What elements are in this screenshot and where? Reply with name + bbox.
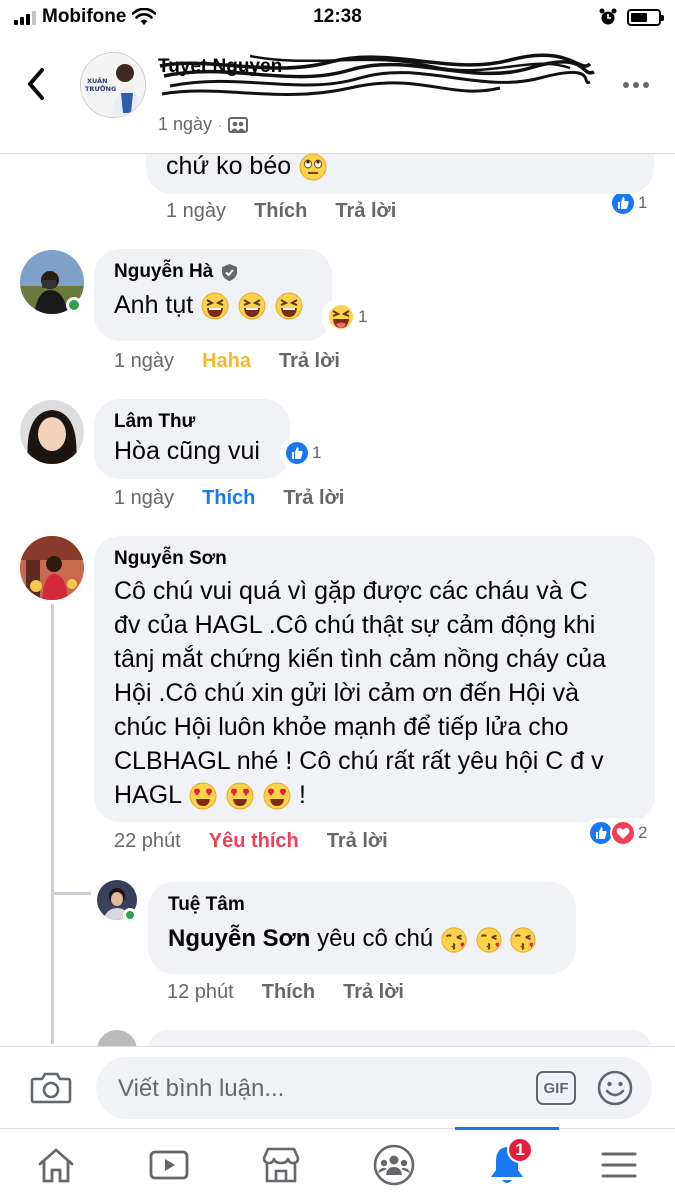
- comment-time: 1 ngày: [114, 350, 175, 372]
- thread-line: [51, 604, 54, 1044]
- love-button[interactable]: Yêu thích: [209, 830, 299, 853]
- status-bar: Mobifone 12:38: [0, 0, 675, 36]
- comment-bubble: Nguyễn Sơn Cô chú vui quá vì gặp được cá…: [94, 536, 655, 822]
- active-tab-indicator: [455, 1127, 559, 1130]
- reaction-summary[interactable]: 1: [322, 300, 372, 334]
- sticker-icon[interactable]: [596, 1069, 634, 1107]
- comment-author[interactable]: Tuệ Tâm: [168, 894, 245, 916]
- svg-text:TRƯỜNG: TRƯỜNG: [85, 84, 116, 93]
- comment-author[interactable]: Nguyễn Hà: [114, 261, 213, 283]
- comment-text: Nguyễn Sơn yêu cô chú: [168, 922, 556, 955]
- reply-button[interactable]: Trả lời: [283, 487, 344, 510]
- like-button[interactable]: Thích: [254, 200, 307, 223]
- menu-icon: [601, 1152, 637, 1178]
- tab-notifications[interactable]: 1: [477, 1137, 537, 1189]
- comment-composer: Viết bình luận... GIF: [0, 1046, 675, 1128]
- clock: 12:38: [313, 6, 362, 27]
- post-meta: 1 ngày ·: [158, 114, 249, 135]
- comment-author[interactable]: Lâm Thư: [114, 411, 195, 433]
- like-reaction-icon: [284, 440, 310, 466]
- mention-link[interactable]: Nguyễn Sơn: [168, 925, 310, 952]
- post-time: 1 ngày: [158, 114, 213, 134]
- friends-icon: [228, 116, 249, 133]
- like-button[interactable]: Thích: [262, 981, 315, 1004]
- comment-input[interactable]: Viết bình luận... GIF: [96, 1057, 652, 1119]
- post-author-name[interactable]: Tuyet Nguyen: [158, 56, 282, 78]
- notification-badge: 1: [507, 1137, 533, 1163]
- more-icon[interactable]: [623, 82, 649, 88]
- haha-reaction-icon: [327, 303, 355, 331]
- reply-button[interactable]: Trả lời: [279, 350, 340, 373]
- kissing-emoji-icon: [510, 927, 536, 953]
- reaction-count: 2: [638, 823, 648, 842]
- comment-actions: 12 phút Thích Trả lời: [167, 981, 404, 1004]
- comment-input-placeholder: Viết bình luận...: [118, 1075, 285, 1102]
- camera-icon[interactable]: [30, 1069, 72, 1105]
- comment-bubble: Nguyễn Hà Anh tụt: [94, 249, 332, 341]
- bottom-tab-bar: 1: [0, 1127, 675, 1200]
- tab-groups[interactable]: [364, 1141, 424, 1189]
- marketplace-icon: [262, 1147, 300, 1183]
- comment-text: chứ ko béo: [166, 150, 328, 183]
- heart-eyes-emoji-icon: [189, 782, 217, 810]
- avatar[interactable]: [20, 536, 84, 600]
- laughing-emoji-icon: [275, 292, 303, 320]
- heart-eyes-emoji-icon: [226, 782, 254, 810]
- online-status-icon: [123, 908, 137, 922]
- battery-icon: [627, 8, 664, 26]
- reply-button[interactable]: Trả lời: [335, 200, 396, 223]
- comment-author[interactable]: Nguyễn Sơn: [114, 548, 227, 570]
- reaction-count: 1: [638, 193, 648, 212]
- love-reaction-icon: [610, 820, 636, 846]
- reply-button[interactable]: Trả lời: [343, 981, 404, 1004]
- page-avatar[interactable]: XUÂN TRƯỜNG: [80, 52, 146, 118]
- comment-text: Hòa cũng vui: [114, 437, 260, 465]
- comment-actions: 1 ngày Thích Trả lời: [114, 487, 344, 510]
- avatar[interactable]: [20, 400, 84, 464]
- reaction-count: 1: [312, 443, 322, 462]
- online-status-icon: [66, 297, 82, 313]
- reply-button[interactable]: Trả lời: [327, 830, 388, 853]
- tab-marketplace[interactable]: [251, 1141, 311, 1189]
- thread-line-branch: [51, 892, 91, 895]
- kissing-emoji-icon: [441, 927, 467, 953]
- comment-actions: 1 ngày Thích Trả lời: [166, 200, 396, 223]
- kissing-emoji-icon: [475, 927, 502, 953]
- comment-time: 22 phút: [114, 830, 181, 852]
- laughing-emoji-icon: [238, 292, 266, 320]
- reaction-summary[interactable]: 2: [584, 818, 652, 848]
- rolling-eyes-emoji-icon: [299, 153, 327, 181]
- verified-shield-icon: [222, 263, 238, 281]
- comment-bubble: Lâm Thư Hòa cũng vui: [94, 399, 290, 479]
- comment-time: 1 ngày: [114, 487, 175, 509]
- groups-icon: [373, 1144, 415, 1186]
- reply-bubble: Tuệ Tâm Nguyễn Sơn yêu cô chú: [148, 882, 576, 974]
- heart-eyes-emoji-icon: [263, 782, 291, 810]
- comment-text: Cô chú vui quá vì gặp được các cháu và C…: [114, 574, 635, 812]
- home-icon: [38, 1148, 74, 1183]
- comment-time: 1 ngày: [166, 200, 227, 222]
- video-icon: [149, 1150, 189, 1180]
- tab-home[interactable]: [26, 1141, 86, 1189]
- alarm-icon: [599, 8, 617, 25]
- comment-actions: 1 ngày Haha Trả lời: [114, 350, 340, 373]
- laughing-emoji-icon: [201, 292, 229, 320]
- comment-text: Anh tụt: [114, 289, 312, 322]
- haha-button[interactable]: Haha: [202, 350, 251, 373]
- reaction-summary[interactable]: 1: [280, 438, 326, 468]
- back-icon[interactable]: [22, 66, 52, 102]
- gif-icon[interactable]: GIF: [536, 1071, 576, 1105]
- svg-text:XUÂN: XUÂN: [87, 76, 108, 85]
- comment-time: 12 phút: [167, 981, 234, 1003]
- tab-menu[interactable]: [589, 1141, 649, 1189]
- reaction-count: 1: [358, 307, 368, 326]
- tab-watch[interactable]: [139, 1141, 199, 1189]
- like-button[interactable]: Thích: [202, 487, 255, 510]
- post-header: XUÂN TRƯỜNG Tuyet Nguyen 1 ngày ·: [0, 36, 675, 154]
- comment-actions: 22 phút Yêu thích Trả lời: [114, 830, 388, 853]
